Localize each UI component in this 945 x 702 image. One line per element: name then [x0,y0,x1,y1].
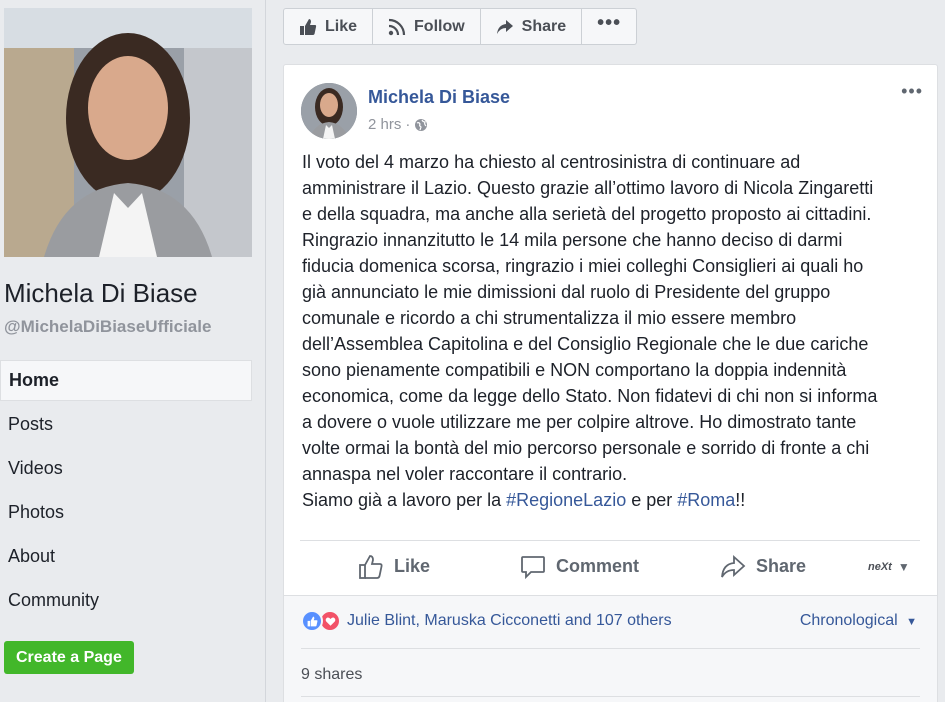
meta-separator: · [405,116,411,133]
share-page-button[interactable]: Share [481,9,583,44]
post-card: Michela Di Biase 2 hrs · ••• Il voto del… [283,64,938,702]
profile-photo-image [4,8,252,257]
nav-item-photos[interactable]: Photos [0,492,252,536]
left-column: Michela Di Biase @MichelaDiBiaseUfficial… [0,0,266,702]
page-username[interactable]: @MichelaDiBiaseUfficiale [4,317,211,337]
comment-ordering-label: Chronological [799,612,898,629]
post-text-line: Il voto del 4 marzo ha chiesto al centro… [302,152,801,172]
nav-item-about[interactable]: About [0,536,252,580]
post-share-label: Share [756,556,807,576]
follow-page-label: Follow [414,17,465,35]
post-like-button[interactable]: Like [358,554,430,580]
reactions-text: Julie Blint, Maruska Cicconetti and 107 … [347,612,672,629]
post-meta: 2 hrs · [368,116,428,133]
reaction-icons [301,610,341,632]
last-line-middle: e per [626,490,678,510]
nav-item-videos[interactable]: Videos [0,448,252,492]
post-actions: Like Comment Share neXt ▼ [300,540,920,592]
hashtag-link-regionelazio[interactable]: #RegioneLazio [506,490,626,510]
nav-item-posts[interactable]: Posts [0,404,252,448]
last-line-suffix: !! [735,490,746,510]
more-options-button[interactable]: ••• [582,9,636,44]
post-text-line: Ringrazio innanzitutto le 14 mila person… [302,230,843,250]
share-arrow-icon [496,19,513,34]
post-text-line: comunale e ricordo a chi strumentalizza … [302,308,797,328]
next-extension-button[interactable]: neXt ▼ [868,560,910,574]
footer-divider [301,696,920,697]
chevron-down-icon: ▼ [897,559,910,574]
page-action-bar: Like Follow Share ••• [283,8,638,45]
footer-divider [301,648,920,649]
nav-item-community[interactable]: Community [0,580,252,624]
post-text-line: economica, come da legge dello Stato. No… [302,386,878,406]
thumbs-up-icon [300,18,317,35]
rss-follow-icon [388,18,406,35]
last-line-prefix: Siamo già a lavoro per la [302,490,507,510]
share-arrow-outline-icon [721,554,746,577]
post-timestamp[interactable]: 2 hrs [368,116,401,133]
post-text-line: volte ormai la bontà del mio percorso pe… [302,438,870,458]
post-text-line: a dovere o vuole utilizzare me per colpi… [302,412,857,432]
page-navigation: Home Posts Videos Photos About Community [0,360,252,624]
follow-page-button[interactable]: Follow [373,9,481,44]
post-text-line: annaspa nel voler raccontare il contrari… [302,464,628,484]
avatar-image [301,83,357,139]
author-avatar[interactable] [301,83,357,139]
post-text-line: sono pienamente compatibili e NON compor… [302,360,847,380]
thumbs-up-outline-icon [359,554,383,579]
shares-count[interactable]: 9 shares [301,666,362,684]
nav-item-home[interactable]: Home [0,360,252,401]
post-share-button[interactable]: Share [720,554,806,580]
like-page-button[interactable]: Like [284,9,374,44]
hashtag-link-roma[interactable]: #Roma [677,490,735,510]
post-text-last-line: Siamo già a lavoro per la #RegioneLazio … [302,487,927,513]
post-text-line: dell’Assemblea Capitolina e del Consigli… [302,334,869,354]
post-like-label: Like [394,556,431,576]
post-options-button[interactable]: ••• [901,81,923,102]
like-page-label: Like [325,17,358,35]
post-text-line: amministrare il Lazio. Questo grazie all… [302,178,874,198]
comment-bubble-icon [521,555,545,579]
comment-ordering-dropdown[interactable]: Chronological ▼ [800,612,917,630]
profile-picture[interactable] [4,8,252,257]
post-text-line: già annunciato le mie dimissioni dal ruo… [302,282,831,302]
share-page-label: Share [521,17,567,35]
post-comment-button[interactable]: Comment [520,554,639,580]
next-logo-text: neXt [868,560,892,573]
post-comment-label: Comment [556,556,640,576]
create-page-button[interactable]: Create a Page [4,641,134,674]
globe-public-icon[interactable] [414,118,428,132]
page-title[interactable]: Michela Di Biase [4,278,198,309]
like-reaction-icon [301,610,323,632]
post-footer: Julie Blint, Maruska Cicconetti and 107 … [284,595,937,702]
reactions-summary[interactable]: Julie Blint, Maruska Cicconetti and 107 … [301,610,672,632]
post-body: Il voto del 4 marzo ha chiesto al centro… [302,149,927,513]
post-author-name[interactable]: Michela Di Biase [368,87,510,108]
post-text-line: fiducia domenica scorsa, ringrazio i mie… [302,256,864,276]
chevron-down-icon: ▼ [906,616,917,628]
post-text-line: e della squadra, ma anche alla serietà d… [302,204,872,224]
